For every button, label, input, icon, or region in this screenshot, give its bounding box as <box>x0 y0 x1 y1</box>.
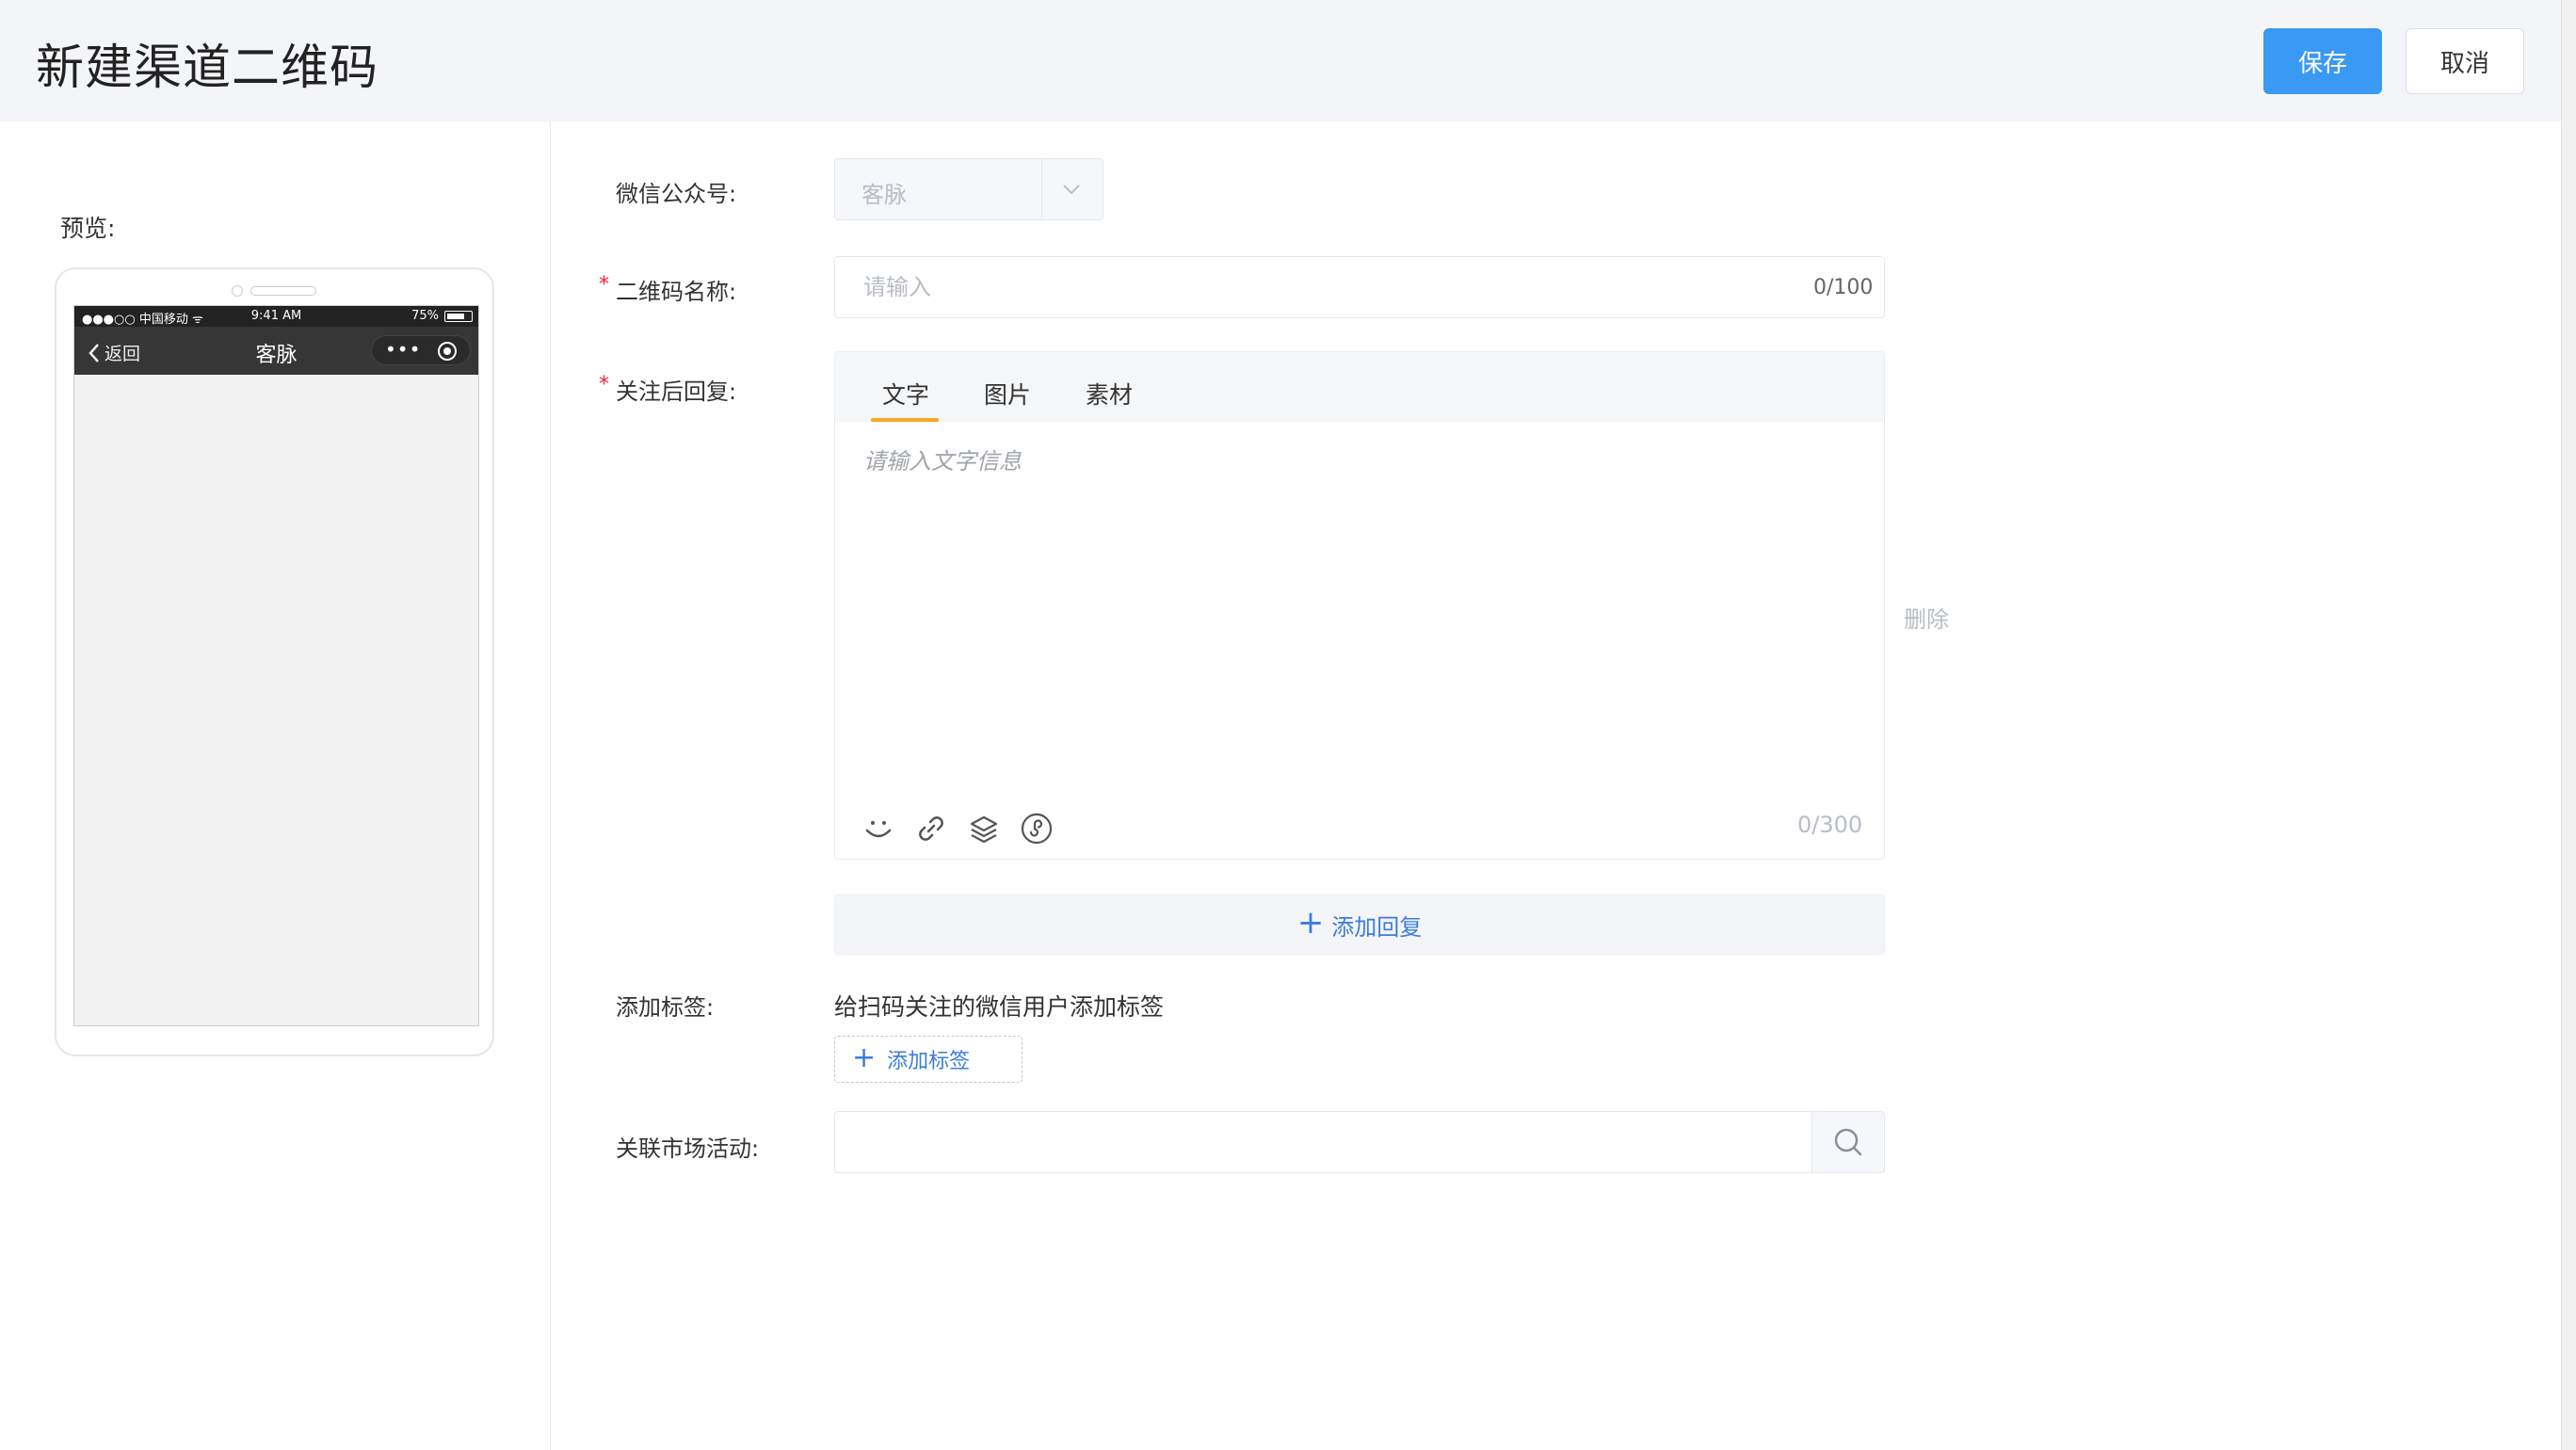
add-tag-label: 添加标签 <box>887 1050 971 1073</box>
activity-search-button[interactable] <box>1811 1111 1885 1173</box>
account-label: 微信公众号: <box>616 181 737 207</box>
emoji-icon[interactable] <box>861 812 895 846</box>
required-mark: * <box>599 373 609 396</box>
active-tab-indicator <box>871 418 939 422</box>
tab-image[interactable]: 图片 <box>984 377 1031 411</box>
phone-speaker <box>250 286 316 296</box>
add-tag-button[interactable]: + 添加标签 <box>834 1036 1022 1083</box>
mini-program-icon[interactable] <box>1020 812 1054 846</box>
scrollbar[interactable] <box>2561 0 2576 1450</box>
phone-screen: ●●●○○ 中国移动 ᯤ 9:41 AM 75% 返回 客脉 ••• <box>73 305 479 1026</box>
close-target-icon <box>438 342 457 361</box>
page-header: 新建渠道二维码 保存 取消 <box>0 0 2561 121</box>
activity-search-input[interactable] <box>834 1111 1813 1173</box>
required-mark: * <box>599 273 609 297</box>
nav-capsule: ••• <box>371 335 471 365</box>
tab-material[interactable]: 素材 <box>1086 377 1133 411</box>
preview-label: 预览: <box>60 215 116 242</box>
qr-name-label: 二维码名称: <box>616 279 737 305</box>
qr-name-count: 0/100 <box>1813 276 1874 299</box>
status-battery-level: 75% <box>411 309 439 323</box>
reply-text-input[interactable] <box>863 443 1852 781</box>
phone-nav-bar: 返回 客脉 ••• <box>74 327 478 375</box>
cancel-button[interactable]: 取消 <box>2406 28 2524 94</box>
save-button[interactable]: 保存 <box>2263 28 2382 94</box>
tags-label: 添加标签: <box>616 994 715 1021</box>
delete-reply-link[interactable]: 删除 <box>1904 601 1949 634</box>
preview-panel: 预览: ●●●○○ 中国移动 ᯤ 9:41 AM 75% 返回 客脉 ••• <box>0 121 551 1450</box>
battery-icon <box>444 311 473 322</box>
plus-icon: + <box>852 1040 877 1074</box>
add-reply-button[interactable]: + 添加回复 <box>834 894 1885 955</box>
reply-count: 0/300 <box>1797 812 1863 838</box>
layers-icon[interactable] <box>967 812 1001 846</box>
tags-description: 给扫码关注的微信用户添加标签 <box>834 993 1165 1021</box>
add-reply-label: 添加回复 <box>1331 913 1423 941</box>
reply-toolbar <box>861 812 1054 846</box>
reply-editor: 文字 图片 素材 0/300 <box>834 351 1885 860</box>
select-divider <box>1041 159 1042 219</box>
reply-label: 关注后回复: <box>616 379 737 405</box>
qr-name-input[interactable] <box>834 256 1885 318</box>
activity-label: 关联市场活动: <box>616 1136 760 1162</box>
search-icon <box>1834 1128 1862 1156</box>
reply-tabs: 文字 图片 素材 <box>835 352 1884 422</box>
tab-text[interactable]: 文字 <box>882 377 929 411</box>
phone-preview: ●●●○○ 中国移动 ᯤ 9:41 AM 75% 返回 客脉 ••• <box>55 267 494 1056</box>
phone-status-bar: ●●●○○ 中国移动 ᯤ 9:41 AM 75% <box>74 306 478 327</box>
phone-camera <box>232 285 243 297</box>
account-select-value: 客脉 <box>861 182 907 208</box>
plus-icon: + <box>1296 904 1325 942</box>
more-icon: ••• <box>385 338 422 361</box>
page-title: 新建渠道二维码 <box>36 40 379 96</box>
chevron-down-icon <box>1063 185 1080 195</box>
link-icon[interactable] <box>914 812 948 846</box>
account-select[interactable]: 客脉 <box>834 158 1103 220</box>
